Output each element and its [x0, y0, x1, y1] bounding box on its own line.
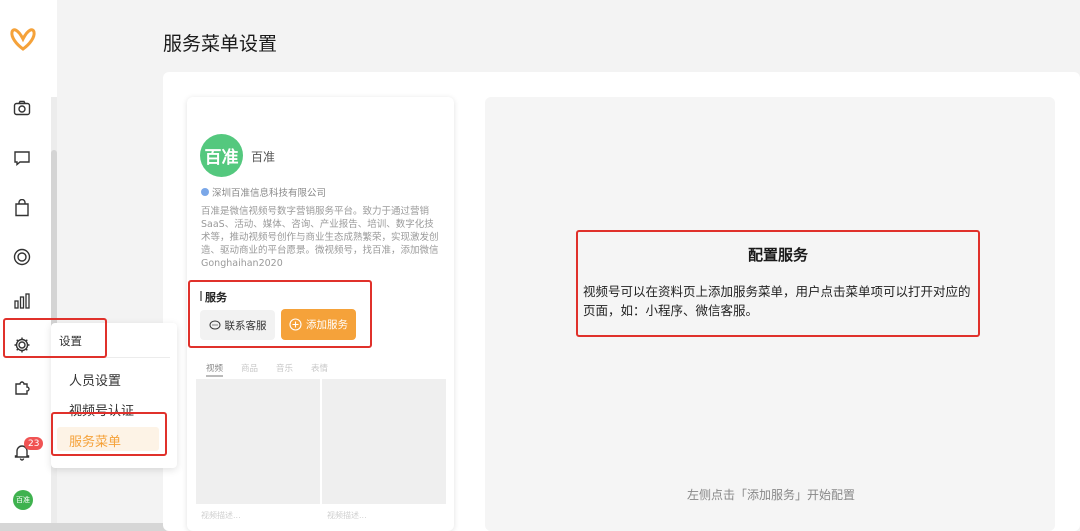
tab-video[interactable]: 视频 [206, 362, 224, 377]
notification-badge: 23 [24, 437, 44, 450]
video-caption: 视频描述... [201, 511, 241, 520]
camera-icon[interactable] [10, 96, 34, 120]
chart-icon[interactable] [10, 289, 34, 313]
menu-item-staff-settings[interactable]: 人员设置 [69, 370, 121, 389]
config-hint: 左侧点击「添加服务」开始配置 [687, 488, 856, 502]
target-icon[interactable] [10, 245, 34, 269]
highlight-box [188, 280, 372, 348]
side-nav [0, 0, 57, 531]
highlight-box [51, 412, 167, 456]
tab-stickers[interactable]: 表情 [311, 362, 328, 377]
tab-products[interactable]: 商品 [241, 362, 258, 377]
page-title: 服务菜单设置 [163, 33, 278, 55]
video-caption: 视频描述... [327, 511, 367, 520]
video-thumbnail [196, 379, 320, 504]
user-avatar[interactable]: 百准 [13, 490, 33, 510]
content-tabs: 视频 商品 音乐 表情 [206, 362, 328, 377]
logo-icon [8, 27, 38, 53]
verified-icon [201, 188, 209, 196]
bag-icon[interactable] [10, 196, 34, 220]
chat-icon[interactable] [10, 146, 34, 170]
puzzle-icon[interactable] [10, 376, 34, 400]
tab-music[interactable]: 音乐 [276, 362, 293, 377]
company-name: 深圳百准信息科技有限公司 [212, 188, 327, 199]
account-avatar: 百准 [200, 134, 243, 177]
video-thumbnail [322, 379, 446, 504]
account-name: 百准 [251, 150, 276, 164]
highlight-box [576, 230, 980, 337]
highlight-box [3, 318, 107, 358]
account-description: 百准是微信视频号数字营销服务平台。致力于通过营销SaaS、活动、媒体、咨询、产业… [201, 206, 439, 269]
